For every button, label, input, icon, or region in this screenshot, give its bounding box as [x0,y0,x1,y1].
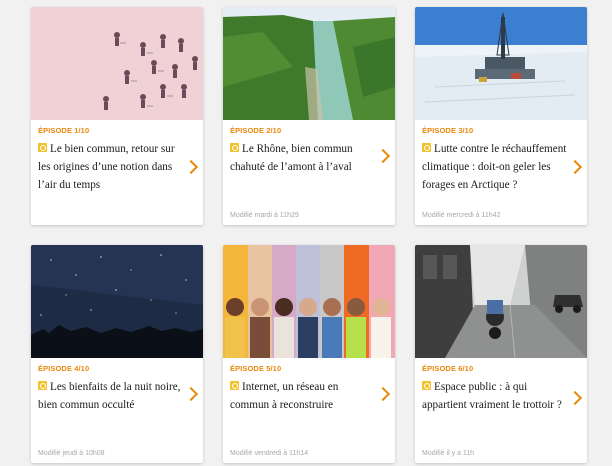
chevron-right-icon[interactable] [567,159,583,175]
chevron-right-icon[interactable] [183,386,199,402]
episode-label: ÉPISODE 5/10 [230,364,282,373]
audio-badge-icon [38,143,47,152]
card-image-2 [223,7,395,120]
article-card-2[interactable]: ÉPISODE 2/10 Le Rhône, bien commun chahu… [223,7,395,225]
audio-badge-icon [230,381,239,390]
article-title[interactable]: Internet, un réseau en commun à reconstr… [230,381,338,411]
article-card-5[interactable]: ÉPISODE 5/10 Internet, un réseau en comm… [223,245,395,463]
modified-date: Modifié mardi à 11h29 [230,212,299,219]
modified-date: Modifié mercredi à 11h42 [422,212,501,219]
card-image-1 [31,7,203,120]
audio-badge-icon [230,143,239,152]
modified-date: Modifié jeudi à 10h08 [38,450,105,457]
card-image-5 [223,245,395,358]
article-card-1[interactable]: ÉPISODE 1/10 Le bien commun, retour sur … [31,7,203,225]
audio-badge-icon [422,381,431,390]
card-image-4 [31,245,203,358]
audio-badge-icon [38,381,47,390]
episode-label: ÉPISODE 1/10 [38,126,90,135]
episode-label: ÉPISODE 4/10 [38,364,90,373]
card-image-6 [415,245,587,358]
article-title[interactable]: Espace public : à qui appartient vraimen… [422,381,562,411]
episode-label: ÉPISODE 2/10 [230,126,282,135]
article-title[interactable]: Le Rhône, bien commun chahuté de l’amont… [230,143,353,173]
episode-label: ÉPISODE 3/10 [422,126,474,135]
chevron-right-icon[interactable] [375,148,391,164]
audio-badge-icon [422,143,431,152]
modified-date: Modifié il y a 11h [422,450,475,457]
article-title[interactable]: Lutte contre le réchauffement climatique… [422,143,566,191]
card-image-3 [415,7,587,120]
article-card-3[interactable]: ÉPISODE 3/10 Lutte contre le réchauffeme… [415,7,587,225]
modified-date: Modifié vendredi à 11h14 [230,450,309,457]
article-title[interactable]: Les bienfaits de la nuit noire, bien com… [38,381,180,411]
article-card-6[interactable]: ÉPISODE 6/10 Espace public : à qui appar… [415,245,587,463]
episode-label: ÉPISODE 6/10 [422,364,474,373]
chevron-right-icon[interactable] [183,159,199,175]
article-title[interactable]: Le bien commun, retour sur les origines … [38,143,175,191]
chevron-right-icon[interactable] [567,390,583,406]
chevron-right-icon[interactable] [375,386,391,402]
article-card-4[interactable]: ÉPISODE 4/10 Les bienfaits de la nuit no… [31,245,203,463]
